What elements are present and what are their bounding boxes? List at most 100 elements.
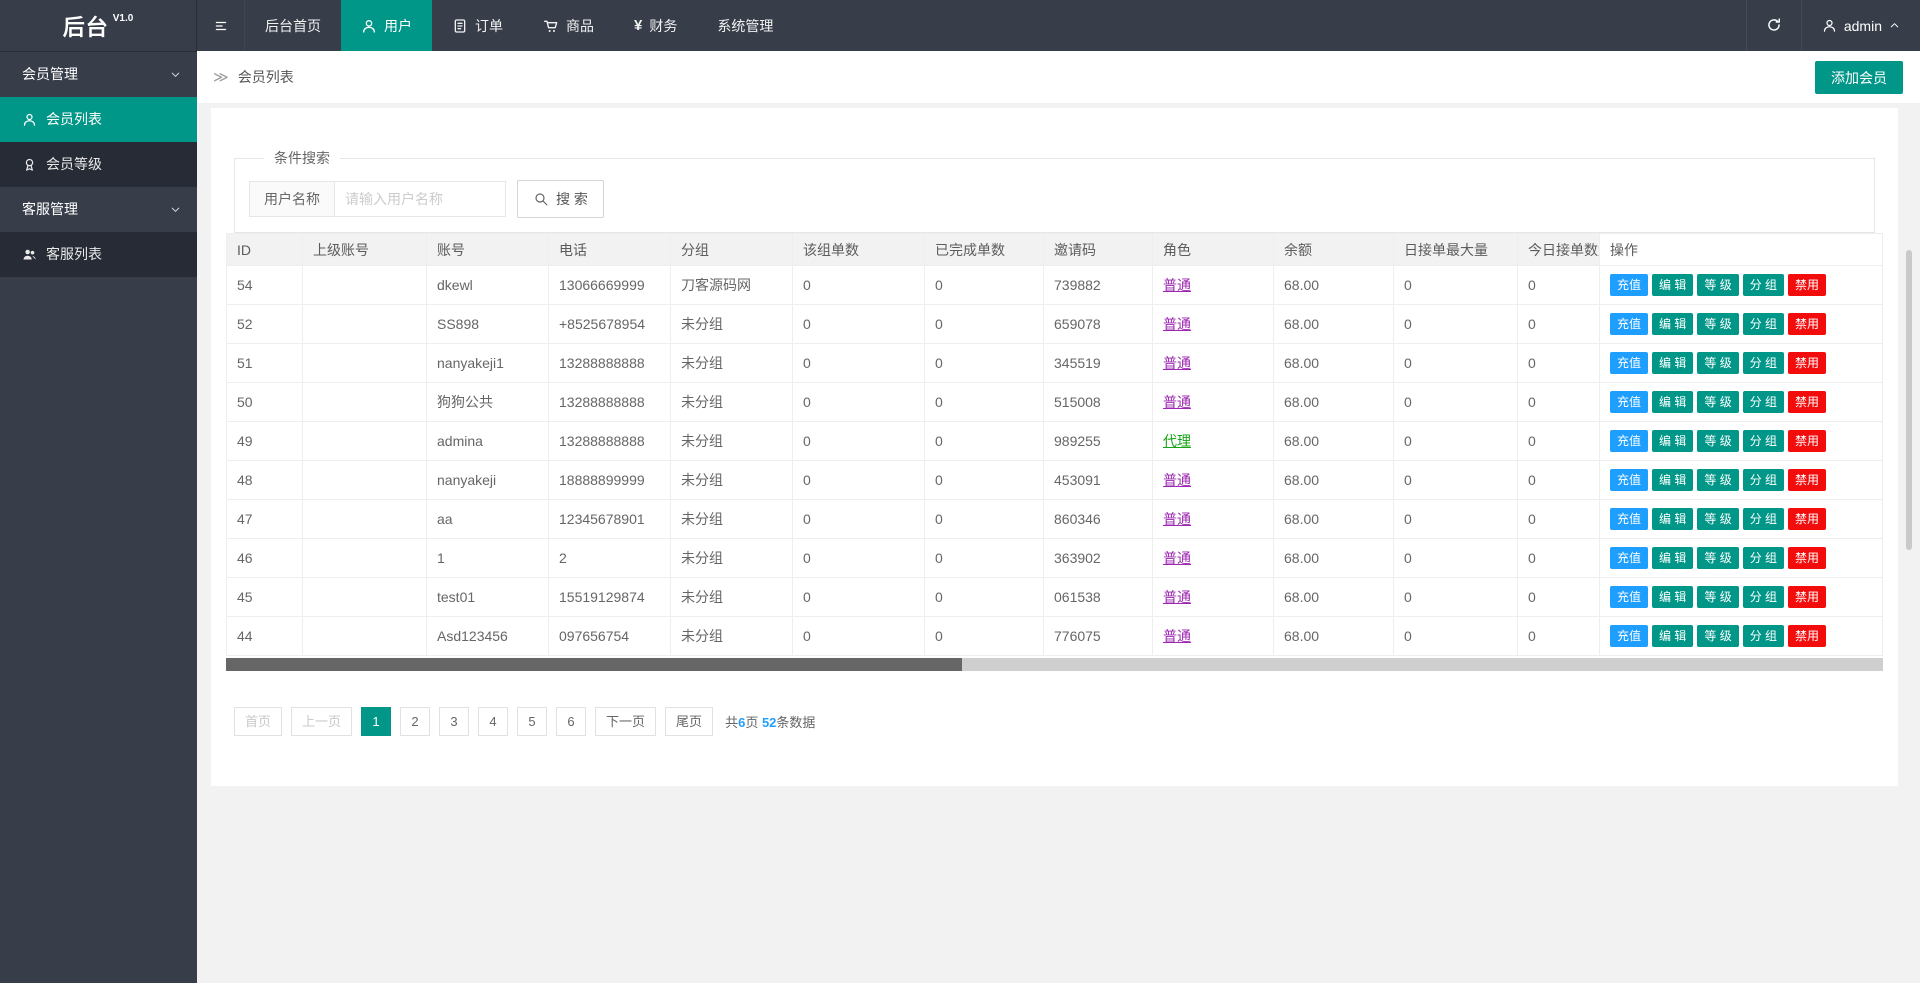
level-button[interactable]: 等 级 (1697, 508, 1738, 530)
group-button[interactable]: 分 组 (1743, 469, 1784, 491)
recharge-button[interactable]: 充值 (1610, 469, 1648, 491)
group-button[interactable]: 分 组 (1743, 625, 1784, 647)
horizontal-scrollbar[interactable] (226, 658, 1883, 671)
menu-toggle-button[interactable] (197, 0, 245, 51)
column-header: 电话 (549, 233, 671, 266)
level-button[interactable]: 等 级 (1697, 469, 1738, 491)
group-button[interactable]: 分 组 (1743, 352, 1784, 374)
nav-item-5[interactable]: ¥财务 (614, 0, 697, 51)
disable-button[interactable]: 禁用 (1788, 547, 1826, 569)
disable-button[interactable]: 禁用 (1788, 352, 1826, 374)
level-button[interactable]: 等 级 (1697, 391, 1738, 413)
recharge-button[interactable]: 充值 (1610, 274, 1648, 296)
vertical-scrollbar[interactable] (1906, 250, 1912, 550)
recharge-button[interactable]: 充值 (1610, 352, 1648, 374)
level-button[interactable]: 等 级 (1697, 274, 1738, 296)
sidebar-group-4[interactable]: 客服管理 (0, 187, 197, 232)
edit-button[interactable]: 编 辑 (1652, 586, 1693, 608)
recharge-button[interactable]: 充值 (1610, 430, 1648, 452)
nav-item-3[interactable]: 订单 (432, 0, 523, 51)
page-4-button[interactable]: 4 (478, 707, 508, 736)
group-button[interactable]: 分 组 (1743, 274, 1784, 296)
role-link[interactable]: 普通 (1163, 628, 1191, 644)
edit-button[interactable]: 编 辑 (1652, 469, 1693, 491)
nav-item-6[interactable]: 系统管理 (697, 0, 793, 51)
app-logo[interactable]: 后台V1.0 (0, 0, 197, 51)
level-button[interactable]: 等 级 (1697, 352, 1738, 374)
page-1-button[interactable]: 1 (361, 707, 391, 736)
recharge-button[interactable]: 充值 (1610, 547, 1648, 569)
sidebar-item-5[interactable]: 客服列表 (0, 232, 197, 277)
last-page-button[interactable]: 尾页 (665, 707, 713, 736)
recharge-button[interactable]: 充值 (1610, 586, 1648, 608)
role-link[interactable]: 普通 (1163, 277, 1191, 293)
group-button[interactable]: 分 组 (1743, 508, 1784, 530)
disable-button[interactable]: 禁用 (1788, 430, 1826, 452)
recharge-button[interactable]: 充值 (1610, 625, 1648, 647)
page-3-button[interactable]: 3 (439, 707, 469, 736)
cell-role: 普通 (1153, 539, 1274, 578)
level-button[interactable]: 等 级 (1697, 625, 1738, 647)
role-link[interactable]: 代理 (1163, 433, 1191, 449)
nav-item-1[interactable]: 后台首页 (245, 0, 341, 51)
cell-balance: 68.00 (1274, 539, 1394, 578)
role-link[interactable]: 普通 (1163, 316, 1191, 332)
search-button[interactable]: 搜 索 (517, 180, 604, 218)
recharge-button[interactable]: 充值 (1610, 508, 1648, 530)
edit-button[interactable]: 编 辑 (1652, 313, 1693, 335)
cell-group: 未分组 (671, 383, 793, 422)
level-button[interactable]: 等 级 (1697, 430, 1738, 452)
group-button[interactable]: 分 组 (1743, 430, 1784, 452)
edit-button[interactable]: 编 辑 (1652, 547, 1693, 569)
page-5-button[interactable]: 5 (517, 707, 547, 736)
disable-button[interactable]: 禁用 (1788, 508, 1826, 530)
edit-button[interactable]: 编 辑 (1652, 508, 1693, 530)
disable-button[interactable]: 禁用 (1788, 274, 1826, 296)
edit-button[interactable]: 编 辑 (1652, 274, 1693, 296)
sidebar-group-1[interactable]: 会员管理 (0, 52, 197, 97)
edit-button[interactable]: 编 辑 (1652, 625, 1693, 647)
user-menu[interactable]: admin (1801, 0, 1920, 51)
role-link[interactable]: 普通 (1163, 394, 1191, 410)
recharge-button[interactable]: 充值 (1610, 313, 1648, 335)
role-link[interactable]: 普通 (1163, 472, 1191, 488)
role-link[interactable]: 普通 (1163, 550, 1191, 566)
cell-group-orders: 0 (793, 539, 925, 578)
disable-button[interactable]: 禁用 (1788, 586, 1826, 608)
role-link[interactable]: 普通 (1163, 355, 1191, 371)
cell-balance: 68.00 (1274, 266, 1394, 305)
cell-daily-max: 0 (1394, 383, 1518, 422)
refresh-button[interactable] (1746, 0, 1801, 51)
sidebar-group-label: 客服管理 (22, 201, 78, 217)
next-page-button[interactable]: 下一页 (595, 707, 656, 736)
recharge-button[interactable]: 充值 (1610, 391, 1648, 413)
disable-button[interactable]: 禁用 (1788, 625, 1826, 647)
add-member-button[interactable]: 添加会员 (1815, 61, 1903, 94)
edit-button[interactable]: 编 辑 (1652, 391, 1693, 413)
group-button[interactable]: 分 组 (1743, 547, 1784, 569)
sidebar-item-2[interactable]: 会员列表 (0, 97, 197, 142)
cell-invite-code: 061538 (1044, 578, 1153, 617)
nav-item-2[interactable]: 用户 (341, 0, 432, 51)
group-button[interactable]: 分 组 (1743, 391, 1784, 413)
group-button[interactable]: 分 组 (1743, 313, 1784, 335)
level-button[interactable]: 等 级 (1697, 586, 1738, 608)
role-link[interactable]: 普通 (1163, 589, 1191, 605)
edit-button[interactable]: 编 辑 (1652, 430, 1693, 452)
edit-button[interactable]: 编 辑 (1652, 352, 1693, 374)
sidebar-item-3[interactable]: 会员等级 (0, 142, 197, 187)
horizontal-scrollbar-thumb[interactable] (226, 658, 962, 671)
level-button[interactable]: 等 级 (1697, 547, 1738, 569)
group-button[interactable]: 分 组 (1743, 586, 1784, 608)
role-link[interactable]: 普通 (1163, 511, 1191, 527)
disable-button[interactable]: 禁用 (1788, 469, 1826, 491)
username-input[interactable] (334, 181, 506, 217)
cell-daily-max: 0 (1394, 578, 1518, 617)
level-button[interactable]: 等 级 (1697, 313, 1738, 335)
page-6-button[interactable]: 6 (556, 707, 586, 736)
disable-button[interactable]: 禁用 (1788, 313, 1826, 335)
cell-group-orders: 0 (793, 461, 925, 500)
nav-item-4[interactable]: 商品 (523, 0, 614, 51)
disable-button[interactable]: 禁用 (1788, 391, 1826, 413)
page-2-button[interactable]: 2 (400, 707, 430, 736)
